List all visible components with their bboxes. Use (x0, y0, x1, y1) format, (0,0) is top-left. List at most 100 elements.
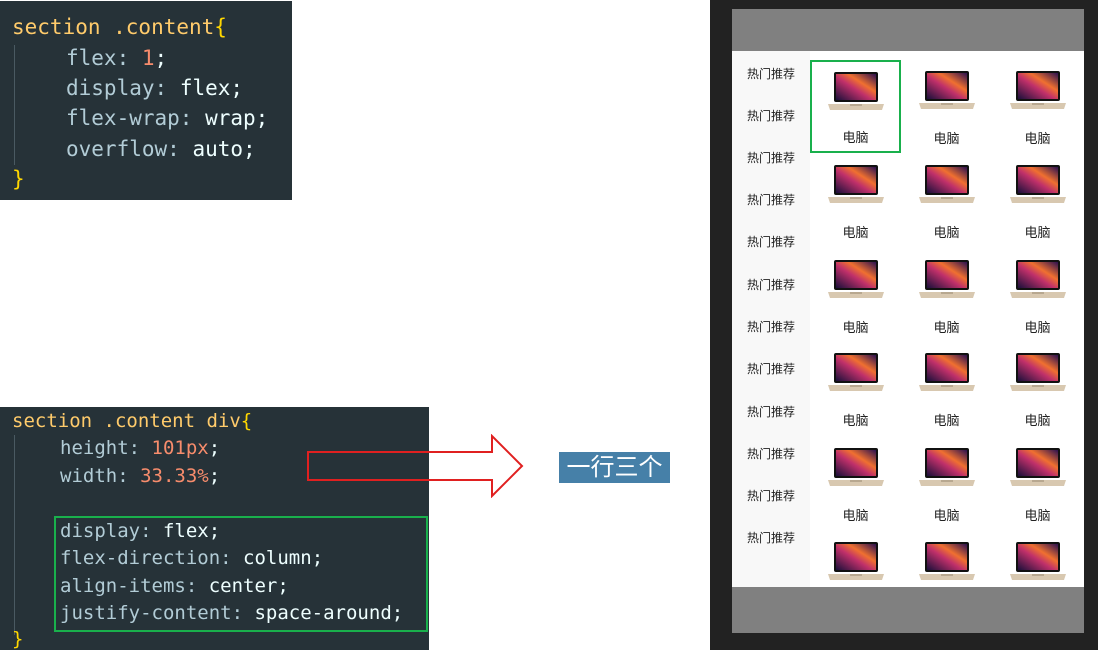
header-bar (732, 9, 1084, 51)
product-card[interactable]: 电脑 (810, 249, 901, 342)
css-property: overflow (66, 137, 168, 161)
product-grid[interactable]: 电脑 电脑 电脑 电脑 电脑 电脑 电脑 电脑 电脑 电脑 电脑 电脑 电脑 电… (810, 51, 1084, 587)
product-card[interactable]: 电脑 (901, 437, 992, 530)
phone-preview: 热门推荐 热门推荐 热门推荐 热门推荐 热门推荐 热门推荐 热门推荐 热门推荐 热门推荐 热门推荐… (710, 0, 1098, 650)
product-caption: 电脑 (842, 130, 869, 146)
product-caption: 电脑 (1024, 413, 1051, 429)
code-line-width: width: 33.33%; (60, 465, 221, 487)
css-value: auto (192, 137, 244, 161)
product-card[interactable]: 电脑 (992, 154, 1083, 247)
laptop-image (1009, 259, 1066, 298)
sidebar-item[interactable]: 热门推荐 (732, 65, 810, 82)
css-value: 1 (141, 46, 155, 70)
sidebar-item[interactable]: 热门推荐 (732, 487, 810, 504)
code-line-flex-wrap: flex-wrap: wrap; (66, 106, 269, 130)
product-caption: 电脑 (1024, 320, 1051, 336)
product-card[interactable]: 电脑 (810, 154, 901, 247)
css-selector: section .content div (12, 410, 241, 432)
laptop-image (827, 259, 884, 298)
product-card[interactable]: 电脑 (992, 437, 1083, 530)
sidebar-item[interactable]: 热门推荐 (732, 233, 810, 250)
laptop-image (1009, 447, 1066, 486)
laptop-image (1009, 352, 1066, 391)
close-brace: } (12, 628, 24, 650)
open-brace: { (214, 15, 227, 39)
close-brace: } (12, 167, 25, 191)
laptop-image (827, 71, 884, 110)
sidebar-item[interactable]: 热门推荐 (732, 276, 810, 293)
open-brace: { (240, 410, 253, 432)
product-caption: 电脑 (1024, 131, 1051, 147)
close-brace-line: } (12, 167, 25, 191)
product-caption: 电脑 (842, 413, 869, 429)
annotation-label: 一行三个 (559, 452, 670, 483)
laptop-image (918, 541, 975, 580)
css-value: wrap (205, 106, 256, 130)
css-value: 101px (151, 437, 209, 459)
arrow-right-icon (307, 434, 524, 498)
category-sidebar[interactable]: 热门推荐 热门推荐 热门推荐 热门推荐 热门推荐 热门推荐 热门推荐 热门推荐 热门推荐 热门推荐… (732, 51, 810, 587)
flex-rules-highlight (54, 516, 428, 632)
laptop-image (918, 259, 975, 298)
product-card[interactable]: 电脑 (901, 342, 992, 435)
product-caption: 电脑 (933, 131, 960, 147)
laptop-image (918, 70, 975, 109)
css-property: width (60, 465, 118, 487)
laptop-image (1009, 70, 1066, 109)
product-card[interactable]: 电脑 (901, 531, 992, 587)
code-block-content: section .content{ flex: 1; display: flex… (0, 1, 292, 200)
sidebar-item[interactable]: 热门推荐 (732, 107, 810, 124)
product-card[interactable]: 电脑 (810, 342, 901, 435)
laptop-image (918, 352, 975, 391)
sidebar-item[interactable]: 热门推荐 (732, 360, 810, 377)
laptop-image (827, 447, 884, 486)
product-caption: 电脑 (933, 413, 960, 429)
product-caption: 电脑 (842, 508, 869, 524)
product-card[interactable]: 电脑 (992, 342, 1083, 435)
code-line-flex: flex: 1; (66, 46, 168, 70)
laptop-image (827, 352, 884, 391)
laptop-image (1009, 164, 1066, 203)
code-line-display: display: flex; (66, 76, 244, 100)
product-caption: 电脑 (1024, 225, 1051, 241)
css-property: display (66, 76, 155, 100)
sidebar-item[interactable]: 热门推荐 (732, 445, 810, 462)
close-brace-line: } (12, 628, 23, 650)
product-card-selected[interactable]: 电脑 (810, 60, 901, 153)
product-card[interactable]: 电脑 (992, 249, 1083, 342)
phone-screen: 热门推荐 热门推荐 热门推荐 热门推荐 热门推荐 热门推荐 热门推荐 热门推荐 热门推荐 热门推荐… (732, 9, 1084, 633)
laptop-image (918, 164, 975, 203)
laptop-image (1009, 541, 1066, 580)
laptop-image (827, 541, 884, 580)
code-selector-line: section .content{ (12, 15, 227, 39)
product-caption: 电脑 (933, 508, 960, 524)
sidebar-item[interactable]: 热门推荐 (732, 149, 810, 166)
product-card[interactable]: 电脑 (810, 531, 901, 587)
product-card[interactable]: 电脑 (810, 437, 901, 530)
product-card[interactable]: 电脑 (901, 154, 992, 247)
css-property: flex (66, 46, 117, 70)
product-caption: 电脑 (933, 225, 960, 241)
footer-bar (732, 587, 1084, 633)
css-selector: section .content (12, 15, 215, 39)
css-property: flex-wrap (66, 106, 180, 130)
sidebar-item[interactable]: 热门推荐 (732, 318, 810, 335)
sidebar-item[interactable]: 热门推荐 (732, 529, 810, 546)
code-line-height: height: 101px; (60, 437, 221, 459)
product-card[interactable]: 电脑 (901, 249, 992, 342)
product-caption: 电脑 (842, 320, 869, 336)
product-caption: 电脑 (1024, 508, 1051, 524)
css-property: height (60, 437, 129, 459)
product-caption: 电脑 (842, 225, 869, 241)
css-value: flex (179, 76, 231, 100)
product-card[interactable]: 电脑 (901, 60, 992, 153)
code-line-overflow: overflow: auto; (66, 137, 256, 161)
product-card[interactable]: 电脑 (992, 531, 1083, 587)
laptop-image (918, 447, 975, 486)
sidebar-item[interactable]: 热门推荐 (732, 403, 810, 420)
product-caption: 电脑 (933, 320, 960, 336)
product-card[interactable]: 电脑 (992, 60, 1083, 153)
sidebar-item[interactable]: 热门推荐 (732, 191, 810, 208)
css-value: 33.33% (140, 465, 209, 487)
laptop-image (827, 164, 884, 203)
